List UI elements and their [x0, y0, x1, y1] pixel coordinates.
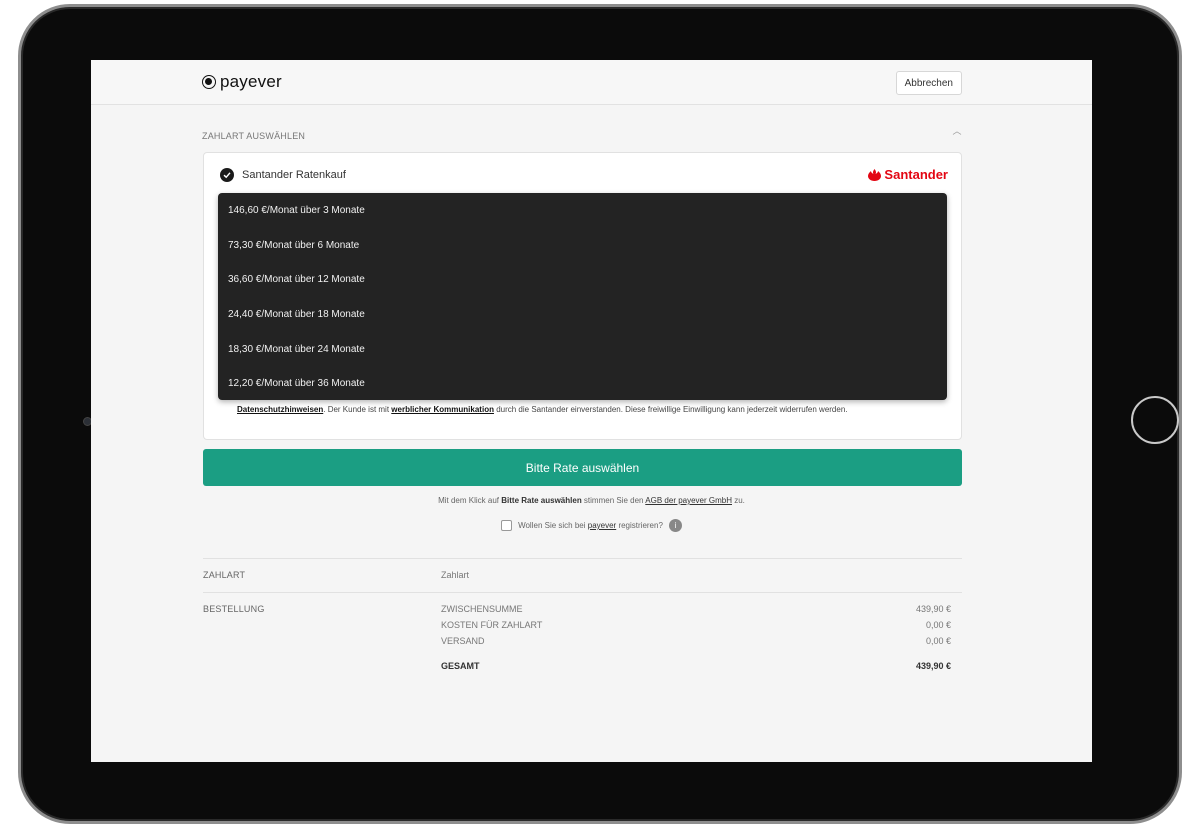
- section-title: ZAHLART AUSWÄHLEN: [202, 131, 306, 141]
- chevron-up-icon[interactable]: ︿: [952, 126, 962, 136]
- terms-notice: Mit dem Klick auf Bitte Rate auswählen s…: [91, 496, 1092, 505]
- total-value: 439,90 €: [915, 661, 951, 671]
- shipping-label: VERSAND: [441, 636, 485, 646]
- register-option: Wollen Sie sich bei payever registrieren…: [91, 519, 1092, 532]
- register-checkbox[interactable]: [501, 520, 513, 531]
- payment-fee-value: 0,00 €: [925, 620, 951, 630]
- select-rate-button[interactable]: Bitte Rate auswählen: [203, 449, 962, 486]
- payever-logo-icon: [202, 75, 216, 89]
- subtotal-label: ZWISCHENSUMME: [441, 604, 523, 614]
- order-label: BESTELLUNG: [203, 604, 265, 614]
- terms-middle: stimmen Sie den: [581, 496, 646, 505]
- santander-logo: Santander: [868, 167, 948, 182]
- register-suffix: registrieren?: [616, 521, 663, 530]
- brand-name: payever: [220, 72, 282, 91]
- payment-section-header[interactable]: ZAHLART AUSWÄHLEN ︿: [202, 126, 962, 141]
- payment-fee-label: KOSTEN FÜR ZAHLART: [441, 620, 543, 630]
- rate-option[interactable]: 12,20 €/Monat über 36 Monate: [218, 375, 947, 410]
- terms-bold: Bitte Rate auswählen: [501, 496, 582, 505]
- rate-option[interactable]: 24,40 €/Monat über 18 Monate: [218, 306, 947, 341]
- info-icon[interactable]: i: [668, 519, 682, 532]
- rate-dropdown-menu: 146,60 €/Monat über 3 Monate 73,30 €/Mona…: [218, 193, 947, 400]
- home-button[interactable]: [1131, 396, 1179, 444]
- santander-wordmark: Santander: [884, 167, 948, 182]
- terms-suffix: zu.: [732, 496, 745, 505]
- payment-method-value: Zahlart: [441, 570, 470, 580]
- subtotal-value: 439,90 €: [915, 604, 951, 614]
- terms-prefix: Mit dem Klick auf: [438, 496, 502, 505]
- payment-method-label: ZAHLART: [203, 570, 246, 580]
- payever-logo: payever: [202, 72, 282, 92]
- summary-divider-top: [203, 558, 962, 559]
- terms-link[interactable]: AGB der payever GmbH: [645, 496, 732, 505]
- shipping-value: 0,00 €: [925, 636, 951, 646]
- register-link[interactable]: payever: [588, 521, 616, 530]
- santander-flame-icon: [868, 168, 882, 181]
- register-text: Wollen Sie sich bei payever registrieren…: [518, 521, 663, 530]
- rate-option[interactable]: 18,30 €/Monat über 24 Monate: [218, 341, 947, 376]
- tablet-frame: payever Abbrechen ZAHLART AUSWÄHLEN ︿ Sa…: [18, 4, 1182, 824]
- top-bar: payever Abbrechen: [91, 60, 1092, 105]
- total-label: GESAMT: [441, 661, 480, 671]
- rate-option[interactable]: 73,30 €/Monat über 6 Monate: [218, 237, 947, 272]
- register-prefix: Wollen Sie sich bei: [518, 521, 588, 530]
- cancel-button[interactable]: Abbrechen: [895, 71, 962, 95]
- rate-option[interactable]: 36,60 €/Monat über 12 Monate: [218, 271, 947, 306]
- option-label: Santander Ratenkauf: [242, 169, 346, 181]
- rate-option[interactable]: 146,60 €/Monat über 3 Monate: [218, 202, 947, 237]
- checkmark-icon: [220, 168, 234, 182]
- checkout-screen: payever Abbrechen ZAHLART AUSWÄHLEN ︿ Sa…: [91, 60, 1092, 762]
- payment-option[interactable]: Santander Ratenkauf: [220, 168, 346, 182]
- summary-divider: [203, 592, 962, 593]
